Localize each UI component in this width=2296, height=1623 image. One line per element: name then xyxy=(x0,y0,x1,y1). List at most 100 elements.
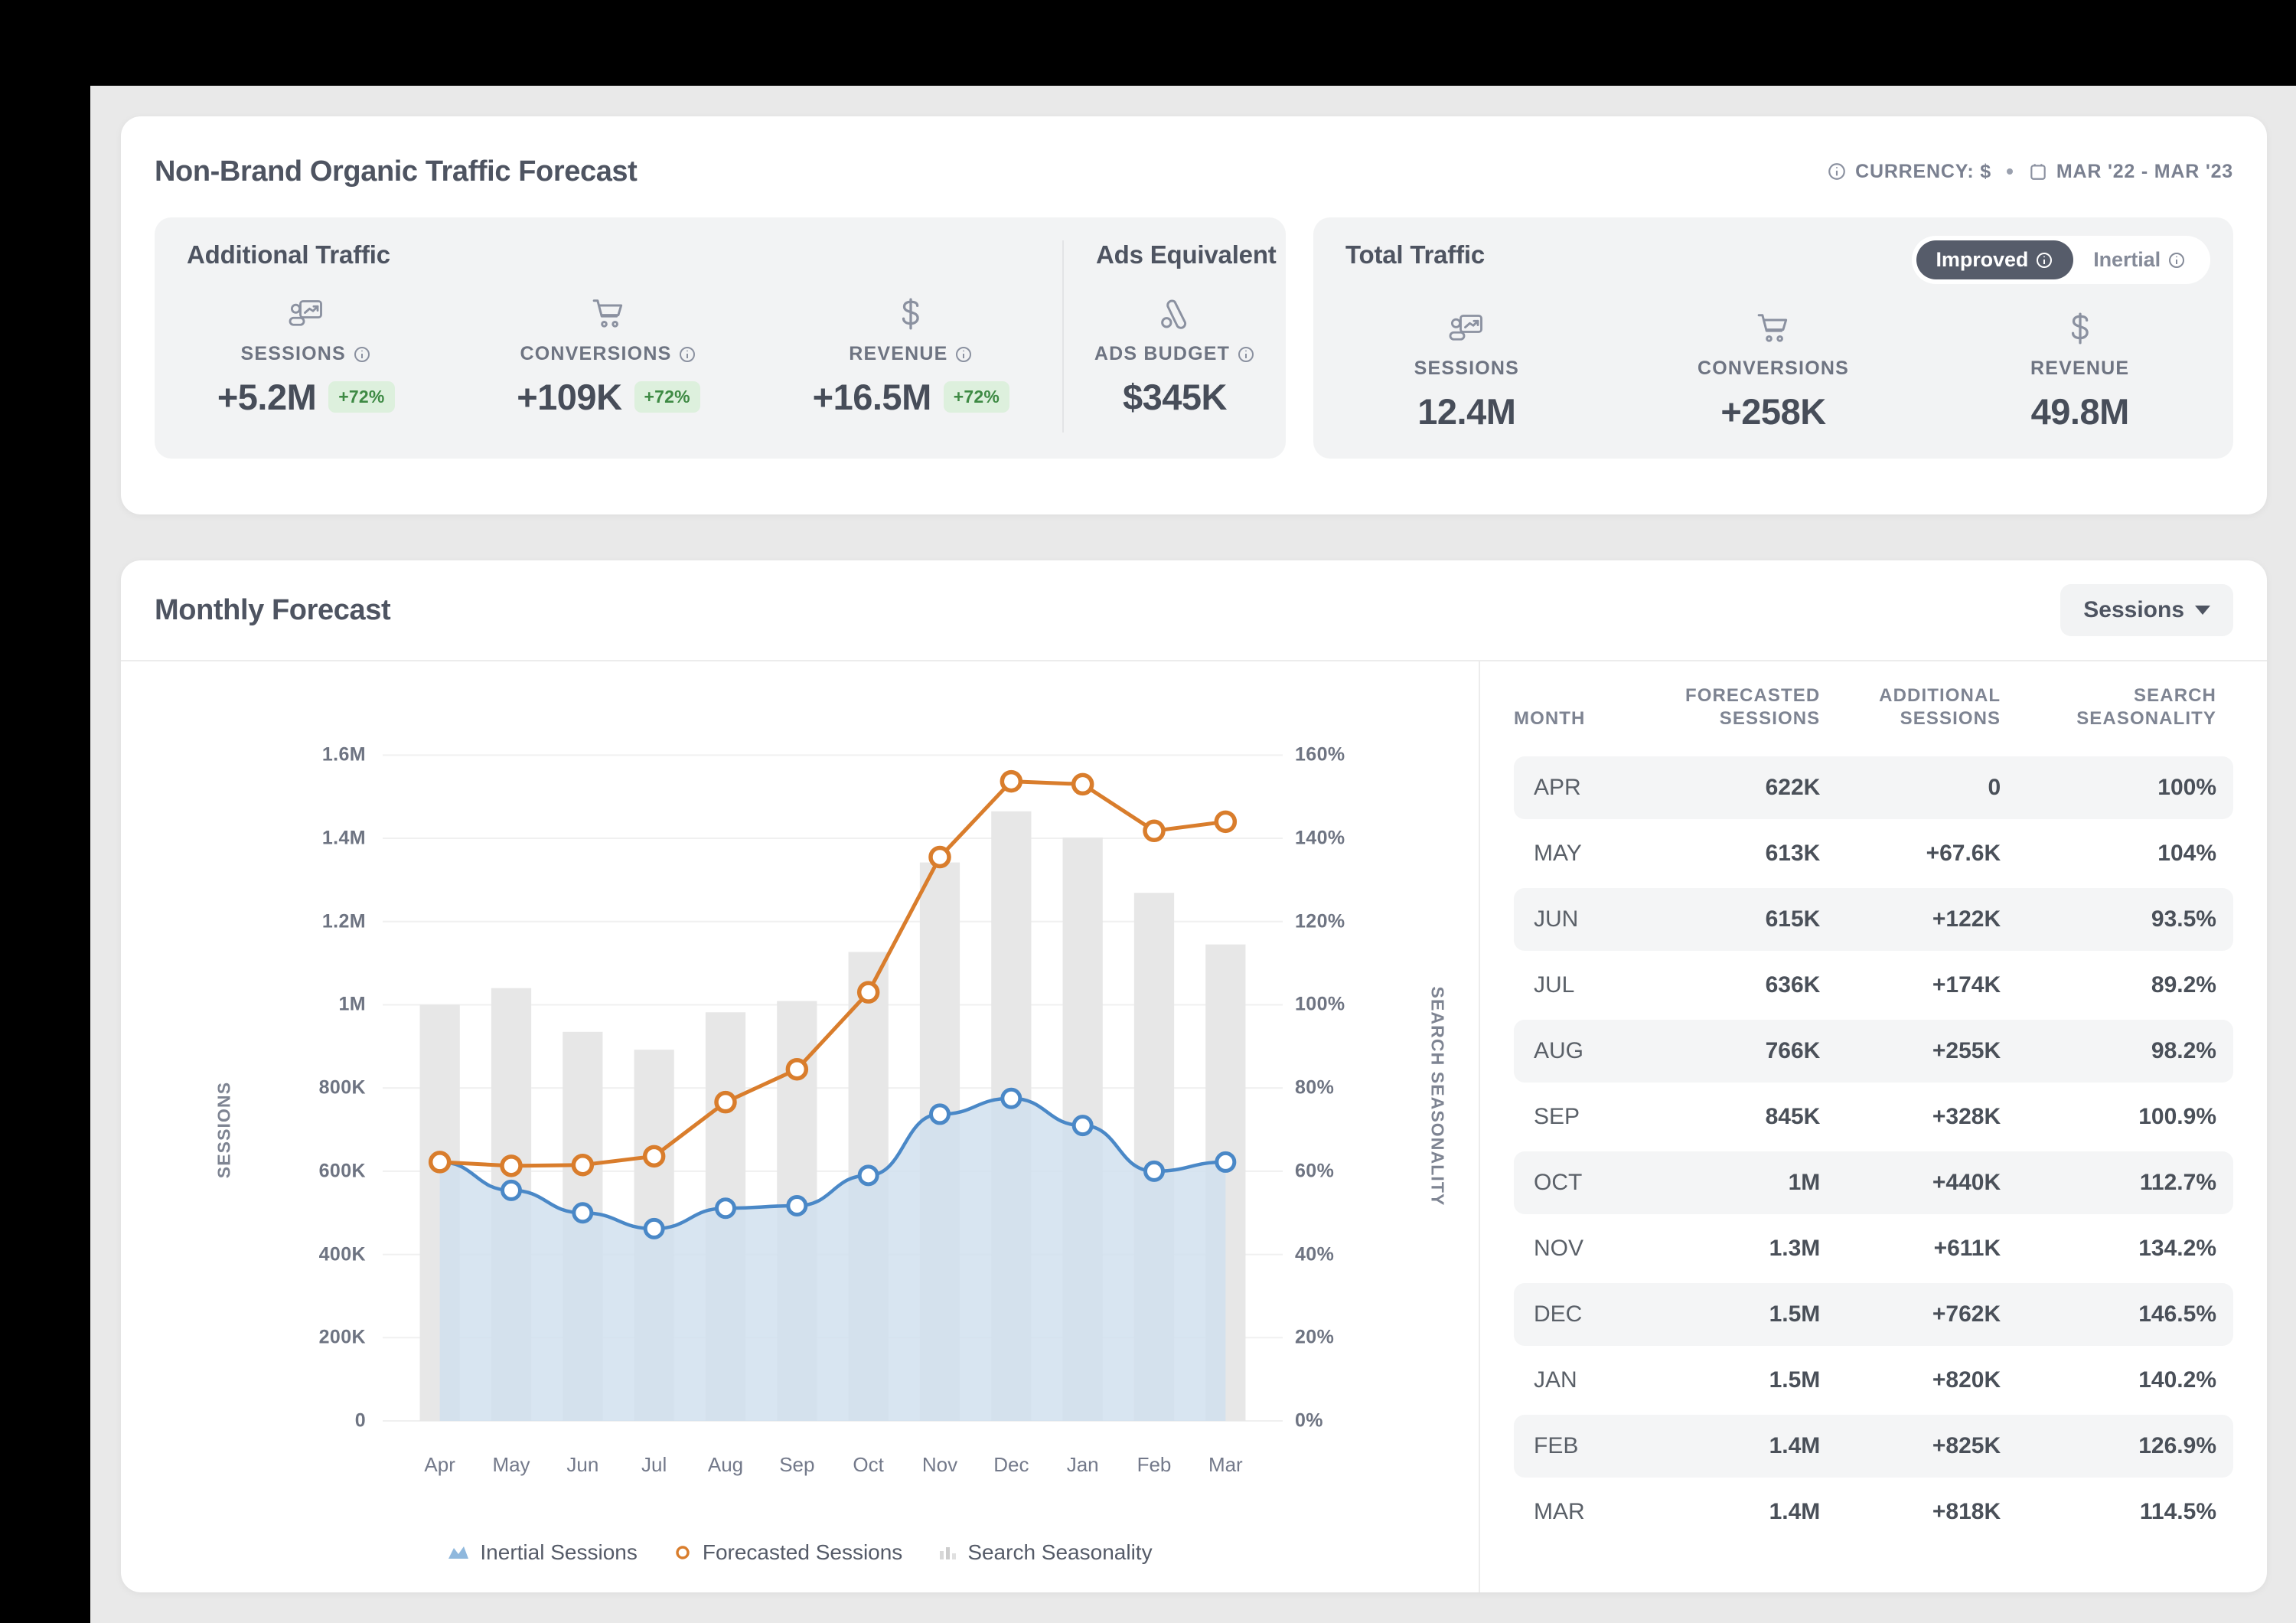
cell-forecasted-sessions: 613K xyxy=(1620,822,1821,885)
traffic-mode-toggle[interactable]: Improved Inertial xyxy=(1912,236,2210,284)
table-header: MONTH FORECASTEDSESSIONS ADDITIONALSESSI… xyxy=(1514,665,2233,753)
inertial-data-point[interactable] xyxy=(931,1105,949,1123)
table-row[interactable]: JUL636K+174K89.2% xyxy=(1514,954,2233,1017)
y2-axis-tick: 0% xyxy=(1295,1410,1425,1432)
forecasted-data-point[interactable] xyxy=(859,983,878,1001)
legend-item-search-seasonality[interactable]: Search Seasonality xyxy=(938,1540,1152,1565)
total-traffic-metrics: SESSIONS 12.4M xyxy=(1313,304,2233,433)
forecasted-data-point[interactable] xyxy=(431,1153,449,1171)
forecasted-data-point[interactable] xyxy=(1145,821,1163,840)
inertial-data-point[interactable] xyxy=(859,1167,877,1184)
circle-marker-icon xyxy=(673,1543,693,1563)
cell-forecasted-sessions: 636K xyxy=(1620,954,1821,1017)
x-axis-tick: Mar xyxy=(1208,1453,1243,1477)
tab-improved[interactable]: Improved xyxy=(1916,240,2074,279)
metric-label-text: REVENUE xyxy=(2030,358,2129,380)
column-header-search-seasonality[interactable]: SEARCHSEASONALITY xyxy=(2001,665,2233,753)
forecasted-data-point[interactable] xyxy=(1074,775,1092,793)
x-axis-tick: Jul xyxy=(641,1453,667,1477)
x-axis-tick: Oct xyxy=(853,1453,883,1477)
additional-traffic-title: Additional Traffic xyxy=(155,240,1062,269)
table-row[interactable]: NOV1.3M+611K134.2% xyxy=(1514,1217,2233,1280)
legend-item-forecasted-sessions[interactable]: Forecasted Sessions xyxy=(673,1540,902,1565)
metric-additional-revenue: REVENUE +16.5M +72% xyxy=(760,289,1062,418)
inertial-data-point[interactable] xyxy=(717,1200,735,1217)
info-icon xyxy=(1827,162,1847,181)
table-row[interactable]: MAY613K+67.6K104% xyxy=(1514,822,2233,885)
table-row[interactable]: SEP845K+328K100.9% xyxy=(1514,1086,2233,1148)
info-icon[interactable] xyxy=(954,345,973,364)
date-range-meta[interactable]: MAR '22 - MAR '23 xyxy=(2028,161,2233,183)
legend-item-inertial-sessions[interactable]: Inertial Sessions xyxy=(447,1540,637,1565)
x-axis-tick: Dec xyxy=(993,1453,1029,1477)
column-header-additional-sessions[interactable]: ADDITIONALSESSIONS xyxy=(1820,665,2001,753)
info-icon[interactable] xyxy=(2035,251,2053,269)
inertial-data-point[interactable] xyxy=(645,1220,663,1237)
metric-value-text: +258K xyxy=(1720,390,1825,433)
dashboard-page: Non-Brand Organic Traffic Forecast CURRE… xyxy=(90,86,2296,1623)
metric-value: $345K xyxy=(1123,376,1227,418)
table-row[interactable]: JAN1.5M+820K140.2% xyxy=(1514,1349,2233,1412)
cell-additional-sessions: 0 xyxy=(1820,756,2001,819)
table-row[interactable]: MAR1.4M+818K114.5% xyxy=(1514,1481,2233,1543)
table-row[interactable]: DEC1.5M+762K146.5% xyxy=(1514,1283,2233,1346)
meta-separator-dot xyxy=(2007,168,2013,175)
cell-additional-sessions: +122K xyxy=(1820,888,2001,951)
cell-search-seasonality: 93.5% xyxy=(2001,888,2233,951)
inertial-data-point[interactable] xyxy=(1074,1117,1091,1135)
metric-label: REVENUE xyxy=(2030,358,2129,380)
info-icon[interactable] xyxy=(1237,345,1255,364)
cell-forecasted-sessions: 766K xyxy=(1620,1020,1821,1083)
inertial-data-point[interactable] xyxy=(503,1181,520,1199)
cell-additional-sessions: +328K xyxy=(1820,1086,2001,1148)
info-icon[interactable] xyxy=(353,345,371,364)
cell-additional-sessions: +611K xyxy=(1820,1217,2001,1280)
table-row[interactable]: APR622K0100% xyxy=(1514,756,2233,819)
total-traffic-title: Total Traffic xyxy=(1313,240,1485,269)
traffic-forecast-card: Non-Brand Organic Traffic Forecast CURRE… xyxy=(121,116,2267,514)
metric-total-sessions: SESSIONS 12.4M xyxy=(1313,304,1620,433)
forecasted-data-point[interactable] xyxy=(931,848,949,867)
table-row[interactable]: OCT1M+440K112.7% xyxy=(1514,1151,2233,1214)
forecasted-data-point[interactable] xyxy=(502,1157,520,1175)
cell-search-seasonality: 134.2% xyxy=(2001,1217,2233,1280)
forecasted-data-point[interactable] xyxy=(1002,772,1020,791)
metric-selector-dropdown[interactable]: Sessions xyxy=(2060,584,2233,636)
forecasted-data-point[interactable] xyxy=(716,1093,735,1112)
table-row[interactable]: FEB1.4M+825K126.9% xyxy=(1514,1415,2233,1478)
table-body: APR622K0100%MAY613K+67.6K104%JUN615K+122… xyxy=(1514,756,2233,1543)
forecasted-data-point[interactable] xyxy=(1216,812,1234,831)
column-header-month[interactable]: MONTH xyxy=(1514,665,1620,753)
column-header-forecasted-sessions[interactable]: FORECASTEDSESSIONS xyxy=(1620,665,1821,753)
inertial-data-point[interactable] xyxy=(788,1197,806,1214)
additional-traffic-metrics: SESSIONS +5.2M +72% xyxy=(155,289,1062,418)
y2-axis-label: SEARCH SEASONALITY xyxy=(1427,987,1448,1207)
cart-icon xyxy=(1756,304,1791,345)
metric-value: +109K +72% xyxy=(517,376,700,418)
table-row[interactable]: JUN615K+122K93.5% xyxy=(1514,888,2233,951)
forecasted-data-point[interactable] xyxy=(788,1060,806,1079)
additional-traffic-panel: Additional Traffic xyxy=(155,217,1286,459)
tab-inertial[interactable]: Inertial xyxy=(2073,240,2206,279)
monthly-forecast-header: Monthly Forecast Sessions xyxy=(121,560,2267,660)
y2-axis-tick: 140% xyxy=(1295,828,1425,850)
table-row[interactable]: AUG766K+255K98.2% xyxy=(1514,1020,2233,1083)
currency-meta[interactable]: CURRENCY: $ xyxy=(1827,161,1991,183)
inertial-data-point[interactable] xyxy=(1217,1153,1234,1171)
bars-icon xyxy=(938,1543,957,1562)
cell-search-seasonality: 140.2% xyxy=(2001,1349,2233,1412)
info-icon[interactable] xyxy=(678,345,696,364)
metric-value-text: +109K xyxy=(517,376,621,418)
cell-search-seasonality: 146.5% xyxy=(2001,1283,2233,1346)
inertial-data-point[interactable] xyxy=(1146,1162,1163,1180)
forecasted-data-point[interactable] xyxy=(645,1147,664,1165)
inertial-data-point[interactable] xyxy=(1003,1089,1020,1107)
card-header: Non-Brand Organic Traffic Forecast CURRE… xyxy=(155,150,2233,193)
info-icon[interactable] xyxy=(2167,251,2186,269)
forecasted-data-point[interactable] xyxy=(573,1156,592,1174)
cell-forecasted-sessions: 1.3M xyxy=(1620,1217,1821,1280)
inertial-data-point[interactable] xyxy=(574,1204,592,1222)
cell-forecasted-sessions: 1.5M xyxy=(1620,1349,1821,1412)
y2-axis-tick: 60% xyxy=(1295,1160,1425,1182)
kpi-row: Additional Traffic xyxy=(155,217,2233,459)
